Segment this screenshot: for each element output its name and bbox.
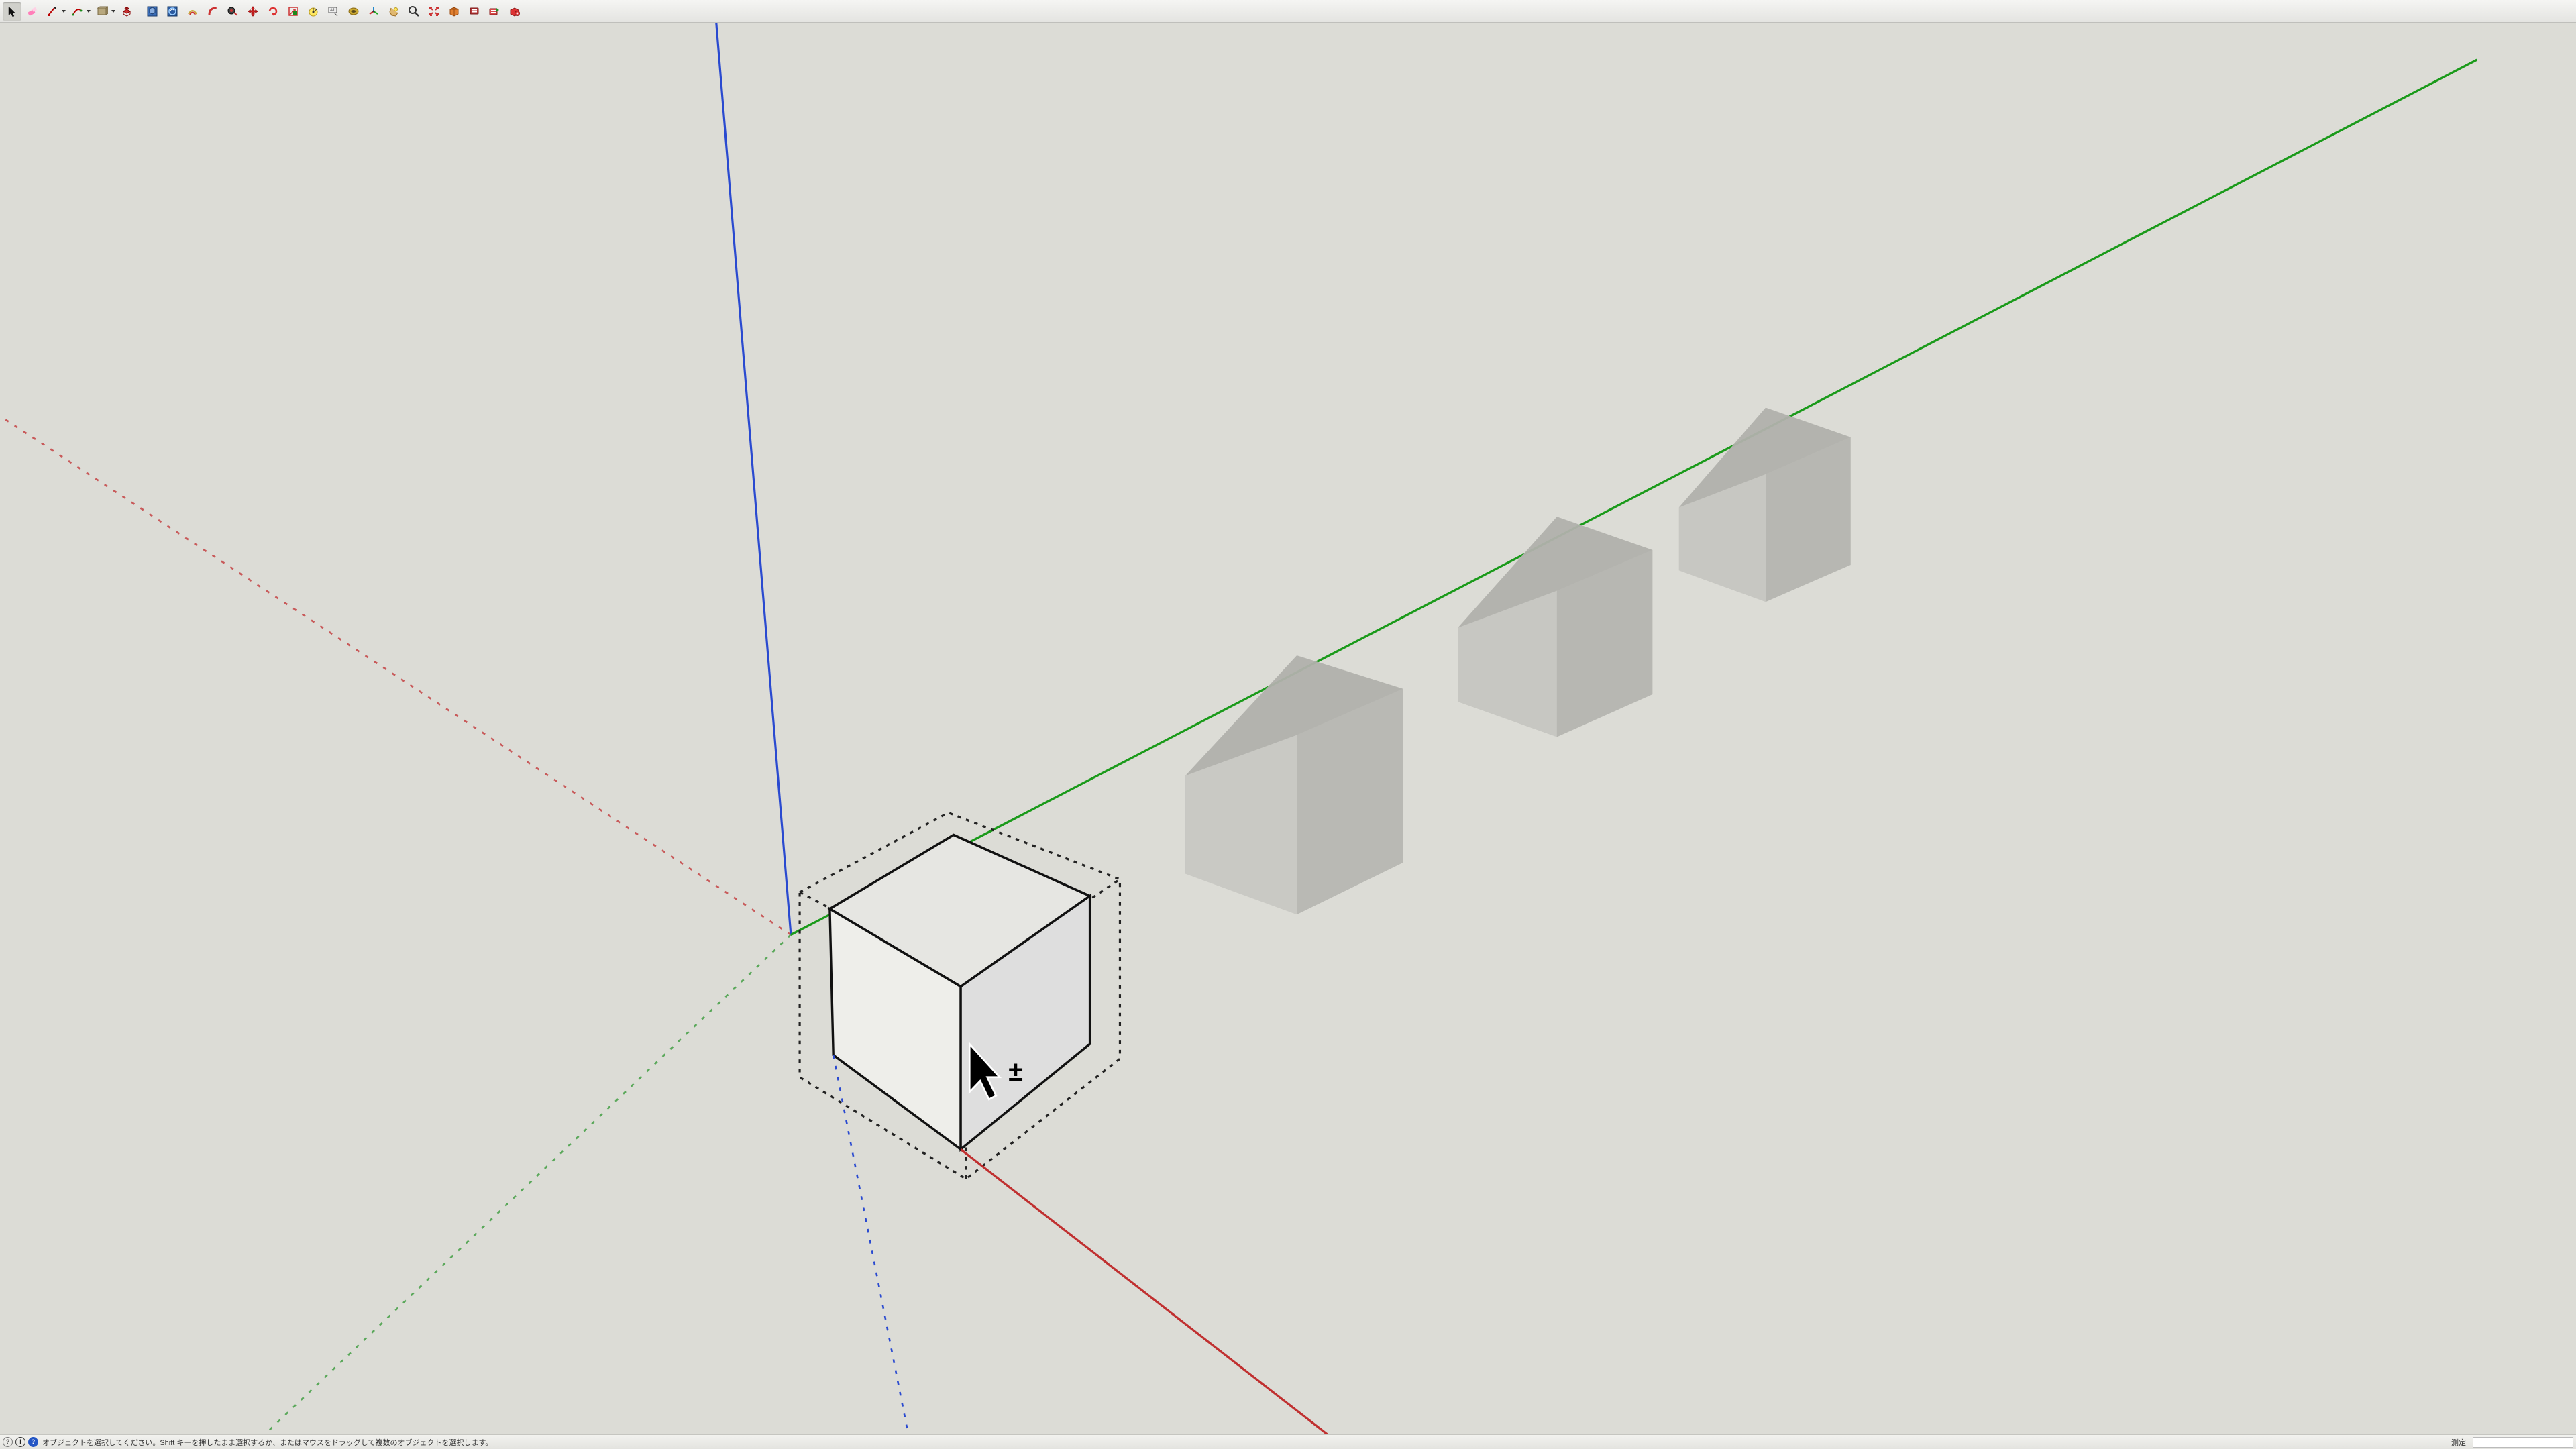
extension-warehouse-tool[interactable]	[505, 2, 524, 21]
svg-text:±: ±	[1008, 1055, 1023, 1087]
info-icon[interactable]: i	[15, 1437, 25, 1447]
arc-tool-dropdown[interactable]	[86, 2, 91, 21]
ghost-cube-2	[1458, 517, 1652, 737]
arc-tool[interactable]	[68, 2, 87, 21]
main-toolbar: A1	[0, 0, 2576, 23]
axes-tool[interactable]	[364, 2, 383, 21]
pushpull-tool[interactable]	[117, 2, 136, 21]
3d-warehouse-tool[interactable]	[485, 2, 504, 21]
green-axis-positive	[791, 60, 2477, 934]
offset-tool[interactable]	[183, 2, 202, 21]
move-tool[interactable]	[244, 2, 262, 21]
tapemeasure-tool[interactable]	[223, 2, 242, 21]
zoom-extents-tool[interactable]	[425, 2, 443, 21]
section-plane-tool[interactable]	[445, 2, 464, 21]
red-axis-positive	[961, 1149, 1415, 1434]
green-axis-negative	[212, 934, 790, 1434]
status-bar: ? i ? オブジェクトを選択してください。Shift キーを押したまま選択する…	[0, 1434, 2576, 1449]
measurement-input[interactable]	[2473, 1437, 2573, 1448]
paintbucket-tool[interactable]	[163, 2, 182, 21]
text-tool[interactable]: A1	[324, 2, 343, 21]
shape-tool[interactable]	[93, 2, 111, 21]
measurement-label: 測定	[2451, 1437, 2466, 1448]
svg-text:A1: A1	[330, 9, 335, 13]
help-icon[interactable]: ?	[28, 1437, 38, 1447]
zoom-tool[interactable]	[405, 2, 423, 21]
status-icons: ? i ?	[3, 1437, 38, 1447]
red-axis-negative	[0, 393, 791, 935]
rotate-tool[interactable]	[264, 2, 282, 21]
status-hint-text: オブジェクトを選択してください。Shift キーを押したまま選択するか、またはマ…	[42, 1437, 492, 1448]
protractor-tool[interactable]	[304, 2, 323, 21]
model-viewport[interactable]: ±	[0, 23, 2576, 1434]
dimension-tool[interactable]	[344, 2, 363, 21]
followme-tool[interactable]	[203, 2, 222, 21]
eraser-tool[interactable]	[23, 2, 42, 21]
orbit-tool[interactable]	[384, 2, 403, 21]
scale-tool[interactable]	[284, 2, 303, 21]
ghost-cube-1	[1185, 655, 1403, 914]
selected-cube[interactable]	[830, 835, 1090, 1150]
shape-tool-dropdown[interactable]	[111, 2, 116, 21]
line-tool[interactable]	[43, 2, 62, 21]
add-location-tool[interactable]	[465, 2, 484, 21]
hint-icon[interactable]: ?	[3, 1437, 13, 1447]
viewport-canvas: ±	[0, 23, 2576, 1434]
select-tool[interactable]	[3, 2, 21, 21]
line-tool-dropdown[interactable]	[61, 2, 66, 21]
ghost-cube-3	[1679, 408, 1851, 602]
blue-axis-positive	[714, 23, 790, 934]
component-tool[interactable]	[143, 2, 162, 21]
